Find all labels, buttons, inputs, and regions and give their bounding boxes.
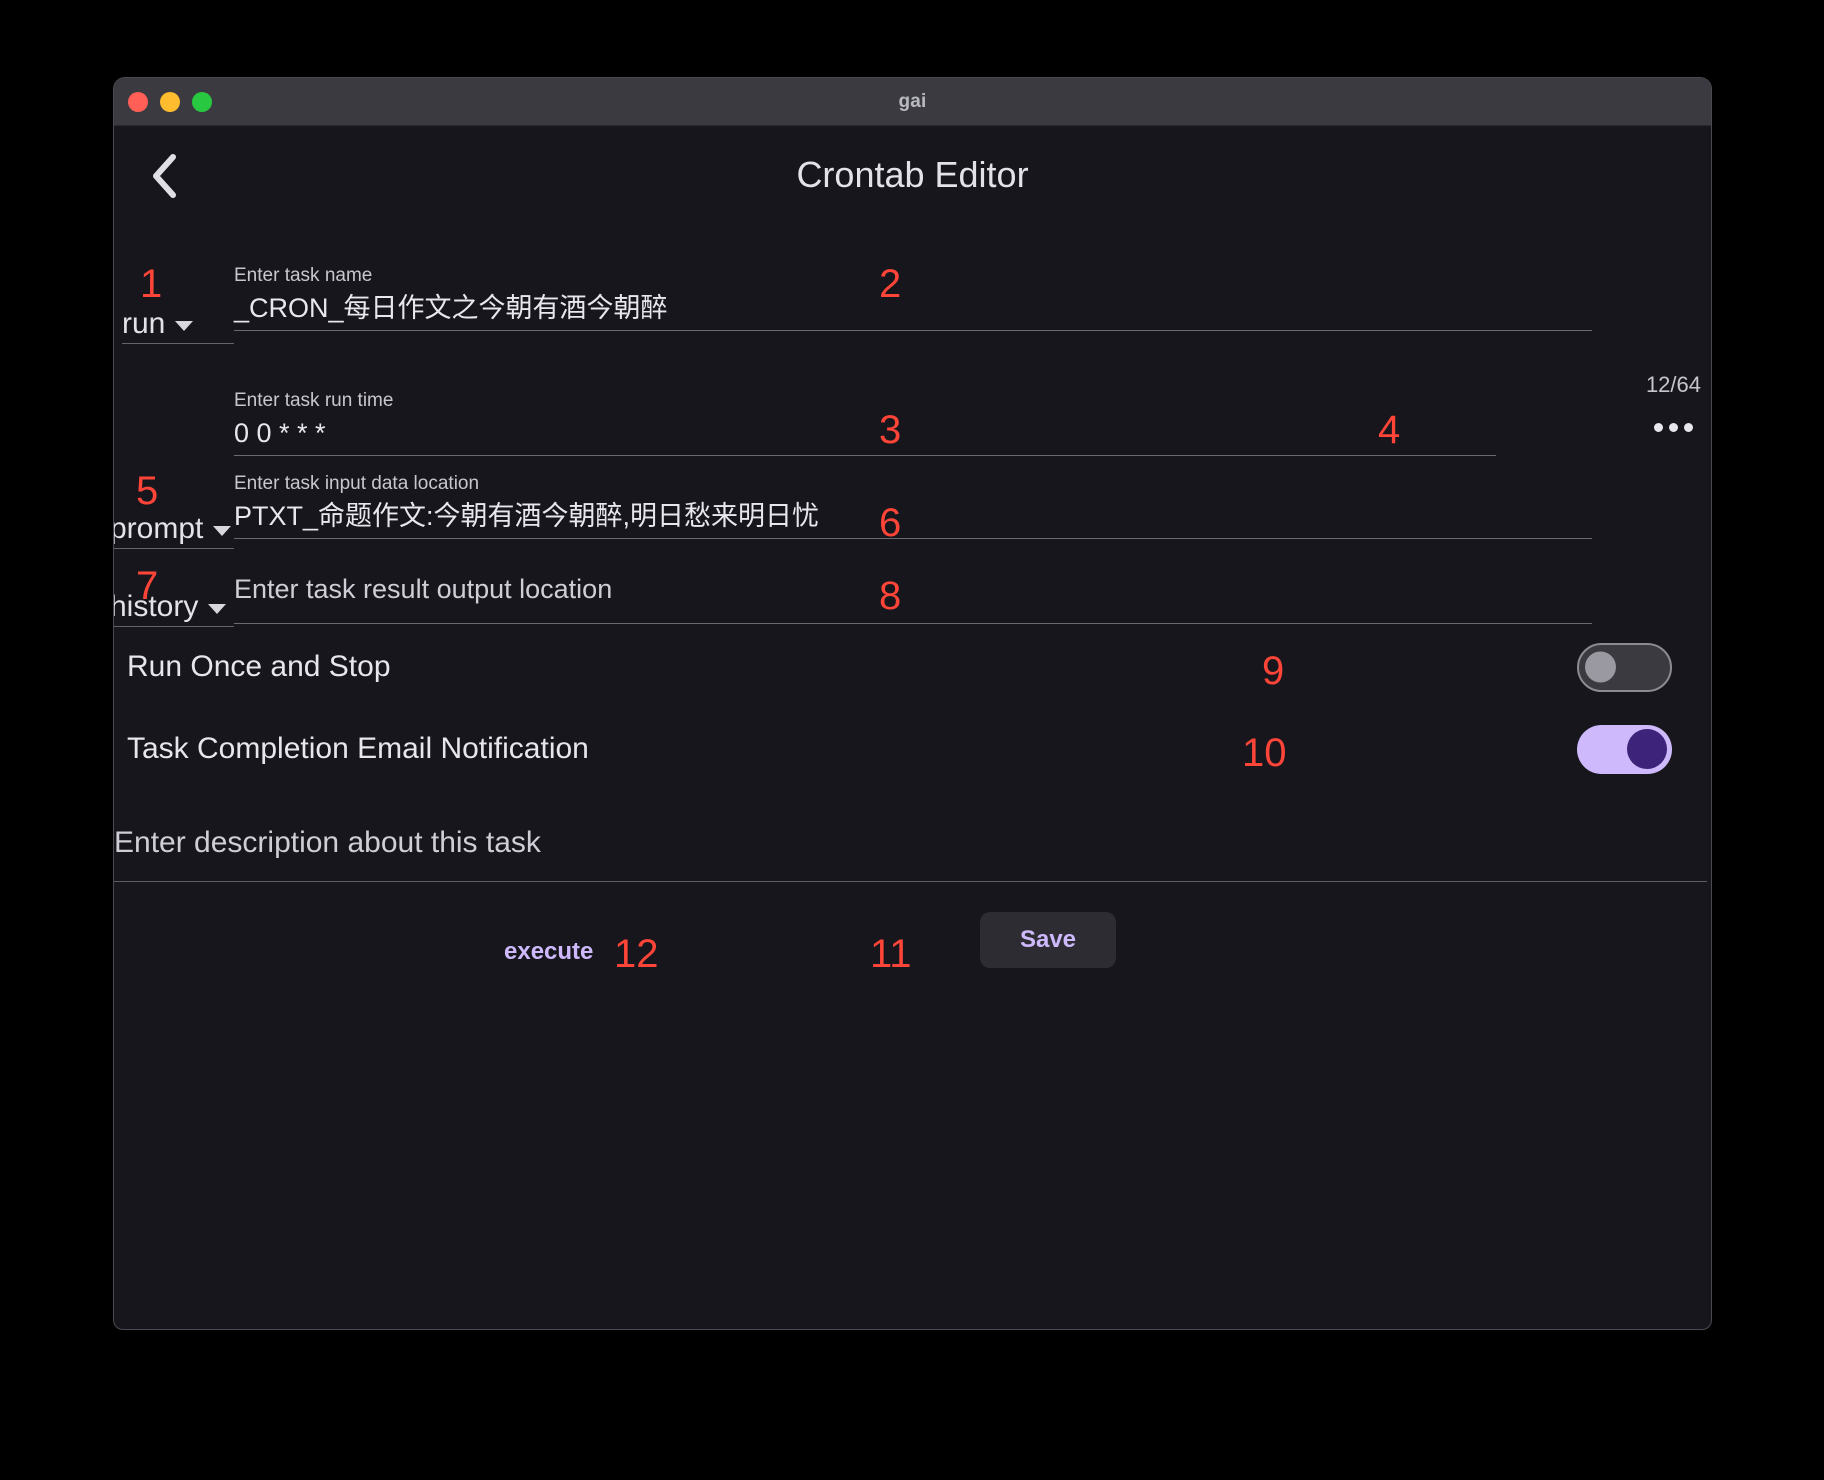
app-window: gai Crontab Editor 1 2 3 4 5 6 7 8 9 10 … — [113, 77, 1712, 1330]
page-title: Crontab Editor — [796, 154, 1029, 195]
input-source-dropdown[interactable]: prompt — [113, 503, 234, 549]
traffic-light-buttons — [128, 91, 212, 112]
task-name-input[interactable]: _CRON_每日作文之今朝有酒今朝醉 — [234, 293, 1592, 324]
run-once-row: Run Once and Stop — [114, 626, 1711, 708]
task-description-input[interactable]: Enter description about this task — [114, 826, 541, 860]
input-location-label: Enter task input data location — [234, 473, 480, 494]
task-run-time-field[interactable]: Enter task run time 0 0 * * * — [234, 390, 1496, 456]
window-titlebar: gai — [114, 78, 1711, 126]
annotation-11: 11 — [870, 932, 912, 976]
email-notification-label: Task Completion Email Notification — [127, 732, 589, 765]
chevron-down-icon — [175, 321, 194, 331]
input-source-dropdown-value: prompt — [113, 512, 204, 545]
input-location-field[interactable]: Enter task input data location PTXT_命题作文… — [234, 473, 1592, 539]
toggle-knob — [1627, 729, 1667, 769]
run-once-label: Run Once and Stop — [127, 650, 391, 683]
minimize-button[interactable] — [160, 91, 180, 112]
task-run-time-input[interactable]: 0 0 * * * — [234, 418, 1496, 449]
ellipsis-dot — [1654, 423, 1663, 432]
task-type-dropdown-value: run — [122, 307, 166, 340]
output-location-input[interactable]: Enter task result output location — [234, 574, 1592, 605]
email-notification-toggle[interactable] — [1577, 724, 1672, 774]
input-location-input[interactable]: PTXT_命题作文:今朝有酒今朝醉,明日愁来明日忧 — [234, 501, 1592, 532]
ellipsis-icon[interactable] — [1654, 423, 1693, 432]
ellipsis-dot — [1669, 423, 1678, 432]
footer-divider — [114, 881, 1707, 882]
annotation-12: 12 — [614, 932, 659, 976]
editor-content: Crontab Editor 1 2 3 4 5 6 7 8 9 10 11 1… — [114, 126, 1711, 1329]
run-once-toggle[interactable] — [1577, 642, 1672, 692]
email-notification-row: Task Completion Email Notification — [114, 708, 1711, 790]
close-button[interactable] — [128, 91, 148, 112]
save-button[interactable]: Save — [980, 912, 1116, 968]
toggle-knob — [1585, 651, 1616, 683]
execute-button[interactable]: execute — [504, 938, 593, 966]
output-source-dropdown-value: history — [113, 590, 199, 623]
window-title: gai — [898, 90, 927, 112]
output-source-dropdown[interactable]: history — [113, 581, 234, 627]
task-name-label: Enter task name — [234, 265, 373, 286]
output-location-field[interactable]: Enter task result output location — [234, 574, 1592, 625]
chevron-down-icon — [213, 526, 232, 536]
character-counter: 12/64 — [1645, 372, 1701, 397]
task-type-dropdown[interactable]: run — [122, 298, 234, 344]
maximize-button[interactable] — [192, 91, 212, 112]
task-name-field[interactable]: Enter task name _CRON_每日作文之今朝有酒今朝醉 — [234, 265, 1592, 331]
chevron-down-icon — [208, 604, 227, 614]
ellipsis-dot — [1684, 423, 1693, 432]
task-run-time-label: Enter task run time — [234, 390, 394, 411]
